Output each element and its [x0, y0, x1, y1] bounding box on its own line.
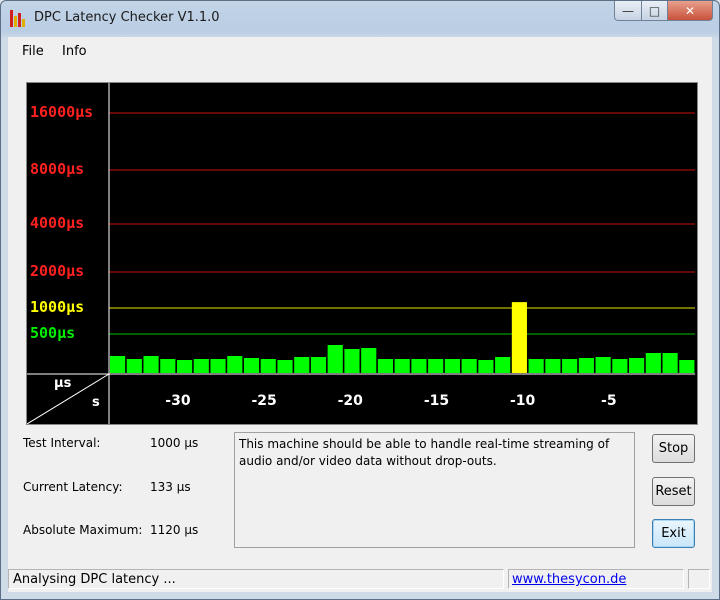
stop-button[interactable]: Stop [652, 434, 695, 463]
latency-bar [160, 359, 176, 373]
latency-bar [176, 360, 193, 373]
latency-bar [294, 357, 310, 373]
latency-bar [310, 357, 327, 373]
latency-bar [478, 360, 494, 373]
test-interval-label: Test Interval: [23, 436, 101, 450]
latency-bar [411, 359, 427, 373]
title-bar[interactable]: DPC Latency Checker V1.1.0 — □ ✕ [1, 1, 719, 37]
x-tick-label: -5 [601, 393, 617, 409]
latency-bar [444, 359, 460, 373]
latency-bar [578, 358, 594, 373]
latency-bar [428, 359, 444, 373]
y-tick-label: 500µs [30, 324, 76, 342]
y-tick-label: 16000µs [30, 103, 94, 121]
latency-bar [361, 348, 377, 373]
latency-bar [612, 359, 628, 373]
latency-bar [662, 353, 678, 373]
menu-file[interactable]: File [22, 44, 44, 59]
latency-bar [511, 302, 527, 373]
status-text: Analysing DPC latency ... [8, 569, 504, 589]
latency-bar [344, 349, 360, 373]
maximize-icon: □ [648, 3, 661, 18]
exit-button[interactable]: Exit [652, 519, 695, 548]
menu-bar: File Info [8, 37, 712, 65]
app-window: DPC Latency Checker V1.1.0 — □ ✕ File In… [0, 0, 720, 600]
app-icon [10, 10, 26, 27]
status-message-box: This machine should be able to handle re… [234, 432, 635, 548]
latency-bar [495, 357, 511, 373]
close-button[interactable]: ✕ [668, 1, 713, 21]
test-interval-value: 1000 µs [150, 436, 199, 450]
menu-info[interactable]: Info [62, 44, 87, 59]
current-latency-value: 133 µs [150, 480, 191, 494]
latency-bar [545, 359, 561, 373]
x-tick-label: -10 [509, 393, 536, 409]
x-tick-label: -15 [423, 393, 450, 409]
x-tick-label: -20 [337, 393, 363, 409]
website-link[interactable]: www.thesycon.de [508, 569, 684, 589]
latency-bar [227, 356, 243, 373]
y-tick-label: 8000µs [30, 160, 85, 178]
latency-bar [377, 359, 394, 373]
latency-bar [277, 360, 293, 373]
y-tick-label: 2000µs [30, 262, 85, 280]
resize-grip-icon[interactable] [688, 569, 710, 589]
status-bar: Analysing DPC latency ... www.thesycon.d… [8, 567, 712, 592]
y-tick-label: 4000µs [30, 214, 85, 232]
latency-bar [528, 359, 544, 373]
latency-bar [461, 359, 477, 373]
y-tick-label: 1000µs [30, 298, 85, 316]
chart-plot [27, 83, 695, 424]
latency-bar [327, 345, 343, 373]
minimize-icon: — [622, 3, 634, 18]
latency-bar [562, 359, 578, 373]
latency-bar [679, 360, 695, 373]
window-title: DPC Latency Checker V1.1.0 [34, 10, 220, 25]
caption-buttons: — □ ✕ [614, 1, 713, 21]
x-tick-label: -30 [165, 393, 191, 409]
x-tick-label: -25 [251, 393, 277, 409]
x-unit-label: s [92, 395, 100, 410]
latency-bar [143, 356, 159, 373]
y-unit-label: µs [54, 376, 72, 391]
maximize-button[interactable]: □ [642, 1, 668, 21]
latency-bar [243, 358, 260, 373]
close-icon: ✕ [684, 3, 696, 18]
absolute-maximum-value: 1120 µs [150, 523, 199, 537]
minimize-button[interactable]: — [614, 1, 642, 21]
latency-chart: 16000µs 8000µs 4000µs 2000µs 1000µs 500µs -30… [26, 82, 698, 425]
client-area: File Info 16000µs 8000µs 4000µs 2000µs 1000µ… [8, 37, 712, 592]
latency-bar [193, 359, 209, 373]
latency-bar [645, 353, 661, 373]
reset-button[interactable]: Reset [652, 477, 695, 506]
latency-bar [126, 359, 142, 373]
latency-bar [394, 359, 410, 373]
latency-bar [110, 356, 126, 373]
latency-bar [260, 359, 276, 373]
current-latency-label: Current Latency: [23, 480, 123, 494]
latency-bar [595, 357, 611, 373]
latency-bar [210, 359, 226, 373]
latency-bar [629, 358, 645, 373]
absolute-maximum-label: Absolute Maximum: [23, 523, 143, 537]
